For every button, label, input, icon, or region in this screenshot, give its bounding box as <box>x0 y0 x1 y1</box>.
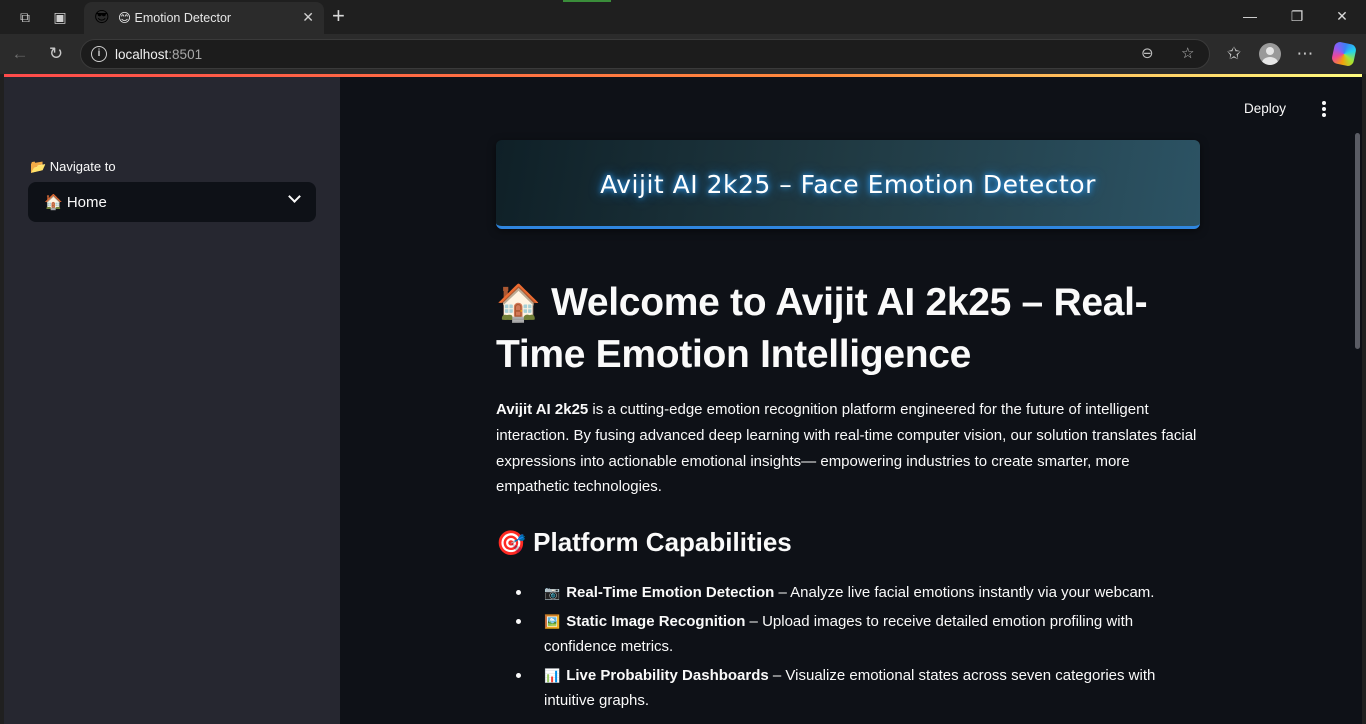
favorite-star-icon[interactable]: ☆ <box>1181 45 1194 63</box>
minimize-icon[interactable]: — <box>1238 6 1262 26</box>
capabilities-list: 📷 Real-Time Emotion Detection – Analyze l… <box>496 580 1200 713</box>
page-select[interactable]: 🏠 Home <box>28 182 316 222</box>
house-icon: 🏠 <box>496 282 541 323</box>
tab-favicon-icon: 😎 <box>94 9 110 26</box>
browser-titlebar: ⧉ ▣ 😎 😊 Emotion Detector ✕ + — ❐ ✕ <box>0 0 1366 34</box>
window-border <box>1362 77 1366 724</box>
address-bar[interactable]: i localhost:8501 ⊖ ☆ <box>80 39 1210 69</box>
vertical-tabs-icon[interactable]: ▣ <box>51 8 69 26</box>
scrollbar[interactable] <box>1355 133 1360 349</box>
intro-text: is a cutting-edge emotion recognition pl… <box>496 401 1197 496</box>
url-port: :8501 <box>168 47 203 62</box>
capabilities-heading: 🎯 Platform Capabilities <box>496 525 1200 561</box>
url-text[interactable]: localhost:8501 <box>115 47 202 62</box>
bar-chart-icon: 📊 <box>544 668 561 684</box>
profile-avatar[interactable] <box>1259 43 1281 65</box>
hero-banner: Avijit AI 2k25 – Face Emotion Detector <box>496 140 1200 229</box>
window-close-icon[interactable]: ✕ <box>1330 6 1354 26</box>
accent-mark <box>563 0 611 2</box>
capability-title: Real-Time Emotion Detection <box>566 584 775 602</box>
capability-desc: – Analyze live facial emotions instantly… <box>774 584 1155 602</box>
tab-title: 😊 Emotion Detector <box>118 11 232 25</box>
capabilities-heading-text: Platform Capabilities <box>533 527 792 558</box>
hero-title: Avijit AI 2k25 – Face Emotion Detector <box>600 170 1096 199</box>
camera-icon: 📷 <box>544 585 561 601</box>
tab-close-icon[interactable]: ✕ <box>302 8 314 26</box>
sidebar: 📂 Navigate to 🏠 Home <box>4 77 340 724</box>
list-item: 🖼️ Static Image Recognition – Upload imag… <box>496 609 1200 659</box>
page-body: 🏠 Welcome to Avijit AI 2k25 – Real-Time … <box>496 277 1200 717</box>
intro-paragraph: Avijit AI 2k25 is a cutting-edge emotion… <box>496 397 1200 500</box>
capability-title: Live Probability Dashboards <box>566 667 769 685</box>
copilot-icon[interactable] <box>1330 40 1358 68</box>
chevron-down-icon[interactable] <box>288 191 302 205</box>
refresh-icon[interactable]: ↻ <box>46 44 66 64</box>
target-icon: 🎯 <box>496 530 526 558</box>
deploy-button[interactable]: Deploy <box>1244 101 1286 116</box>
page-title-text: Welcome to Avijit AI 2k25 – Real-Time Em… <box>496 281 1148 376</box>
browser-tab-active[interactable]: 😎 😊 Emotion Detector ✕ <box>84 2 324 34</box>
new-tab-icon[interactable]: + <box>332 5 345 27</box>
list-item: 📷 Real-Time Emotion Detection – Analyze l… <box>496 580 1200 605</box>
favorites-icon[interactable]: ✩ <box>1224 44 1244 64</box>
main-content: Deploy Avijit AI 2k25 – Face Emotion Det… <box>340 77 1362 724</box>
page-select-value: 🏠 Home <box>44 194 107 211</box>
restore-icon[interactable]: ❐ <box>1285 6 1309 26</box>
main-menu-icon[interactable] <box>1318 101 1330 119</box>
browser-toolbar: ← ↻ i localhost:8501 ⊖ ☆ ✩ ⋯ <box>0 34 1366 74</box>
more-options-icon[interactable]: ⋯ <box>1295 44 1315 64</box>
workspaces-icon[interactable]: ⧉ <box>16 8 34 26</box>
site-info-icon[interactable]: i <box>91 46 107 62</box>
navigate-label: 📂 Navigate to <box>30 159 116 174</box>
reader-options-icon[interactable]: ⊖ <box>1141 45 1154 63</box>
picture-icon: 🖼️ <box>544 614 561 630</box>
back-icon[interactable]: ← <box>10 44 30 64</box>
page-title: 🏠 Welcome to Avijit AI 2k25 – Real-Time … <box>496 277 1200 381</box>
url-host: localhost <box>115 47 169 62</box>
intro-bold: Avijit AI 2k25 <box>496 401 589 418</box>
capability-title: Static Image Recognition <box>566 613 746 631</box>
list-item: 📊 Live Probability Dashboards – Visualize… <box>496 663 1200 713</box>
